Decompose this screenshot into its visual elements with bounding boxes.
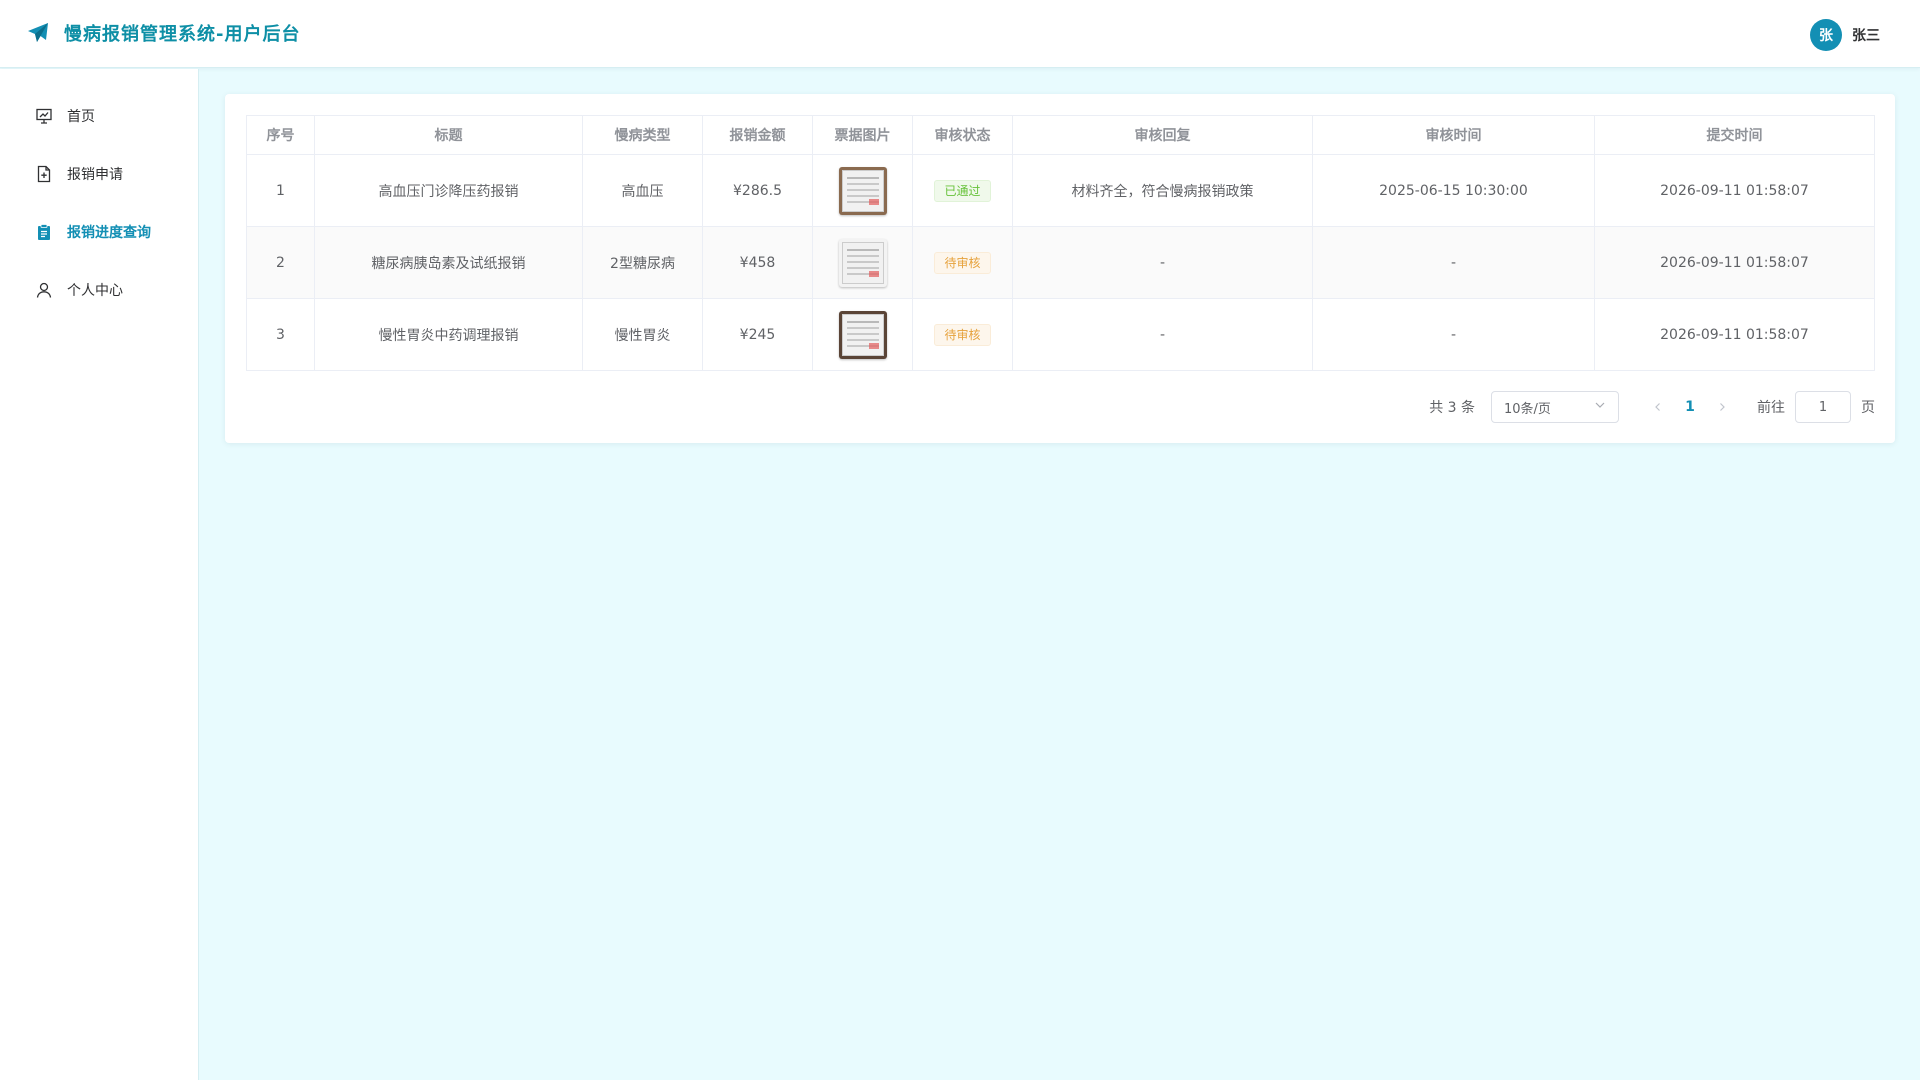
receipt-thumbnail[interactable] — [838, 310, 887, 359]
sidebar-item-label: 报销进度查询 — [67, 225, 151, 241]
page-size-value: 10条/页 — [1504, 401, 1551, 417]
cell-review-time: - — [1312, 226, 1595, 299]
column-header: 审核时间 — [1312, 115, 1595, 155]
cell-receipt-image — [812, 226, 913, 299]
cell-submit-time: 2026-09-11 01:58:07 — [1594, 298, 1875, 371]
cell-reply: 材料齐全，符合慢病报销政策 — [1012, 154, 1313, 227]
brand: 慢病报销管理系统-用户后台 — [26, 20, 300, 46]
user-icon — [35, 281, 53, 299]
cell-submit-time: 2026-09-11 01:58:07 — [1594, 226, 1875, 299]
sidebar-item-profile[interactable]: 个人中心 — [0, 261, 198, 319]
top-header: 慢病报销管理系统-用户后台 张 张三 — [0, 0, 1920, 68]
cell-amount: ¥245 — [702, 298, 813, 371]
cell-status: 待审核 — [912, 226, 1013, 299]
cell-reply: - — [1012, 226, 1313, 299]
column-header: 序号 — [246, 115, 315, 155]
column-header: 报销金额 — [702, 115, 813, 155]
user-menu[interactable]: 张 张三 — [1810, 19, 1880, 51]
pagination-total: 共 3 条 — [1429, 400, 1475, 416]
page-number-current[interactable]: 1 — [1673, 392, 1707, 422]
goto-page-input[interactable] — [1795, 391, 1851, 423]
column-header: 慢病类型 — [582, 115, 703, 155]
cell-disease-type: 高血压 — [582, 154, 703, 227]
prev-page-button[interactable] — [1643, 392, 1673, 422]
status-badge: 待审核 — [934, 323, 991, 346]
paper-plane-icon — [28, 23, 48, 42]
avatar[interactable]: 张 — [1810, 19, 1842, 51]
goto-page: 前往 页 — [1757, 391, 1875, 423]
table-row: 1 高血压门诊降压药报销 高血压 ¥286.5 已通过 材料齐全，符合慢病报销政… — [246, 154, 1875, 227]
status-badge: 已通过 — [934, 179, 991, 202]
user-name[interactable]: 张三 — [1852, 25, 1880, 45]
cell-submit-time: 2026-09-11 01:58:07 — [1594, 154, 1875, 227]
sidebar-item-label: 个人中心 — [67, 283, 123, 299]
cell-title: 慢性胃炎中药调理报销 — [314, 298, 583, 371]
goto-suffix: 页 — [1861, 400, 1875, 416]
sidebar-item-home[interactable]: 首页 — [0, 87, 198, 145]
column-header: 提交时间 — [1594, 115, 1875, 155]
cell-status: 待审核 — [912, 298, 1013, 371]
cell-disease-type: 2型糖尿病 — [582, 226, 703, 299]
receipt-thumbnail[interactable] — [838, 238, 887, 287]
cell-amount: ¥458 — [702, 226, 813, 299]
cell-index: 1 — [246, 154, 315, 227]
table-row: 3 慢性胃炎中药调理报销 慢性胃炎 ¥245 待审核 - - 2026-09-1… — [246, 298, 1875, 371]
status-badge: 待审核 — [934, 251, 991, 274]
column-header: 审核回复 — [1012, 115, 1313, 155]
cell-status: 已通过 — [912, 154, 1013, 227]
cell-review-time: - — [1312, 298, 1595, 371]
sidebar-item-reimbursement-apply[interactable]: 报销申请 — [0, 145, 198, 203]
receipt-thumbnail[interactable] — [838, 166, 887, 215]
column-header: 标题 — [314, 115, 583, 155]
column-header: 票据图片 — [812, 115, 913, 155]
reimbursement-table: 序号 标题 慢病类型 报销金额 票据图片 审核状态 审核回复 审核时间 提交时间… — [246, 115, 1875, 371]
sidebar: 首页 报销申请 报销进度查询 个人中心 — [0, 69, 199, 1080]
cell-reply: - — [1012, 298, 1313, 371]
pagination: 共 3 条 10条/页 1 前往 页 — [1429, 390, 1875, 424]
cell-title: 高血压门诊降压药报销 — [314, 154, 583, 227]
clipboard-icon — [35, 223, 53, 241]
app-title: 慢病报销管理系统-用户后台 — [64, 24, 301, 45]
cell-index: 3 — [246, 298, 315, 371]
chevron-down-icon — [1594, 399, 1606, 415]
sidebar-item-label: 报销申请 — [67, 167, 123, 183]
cell-amount: ¥286.5 — [702, 154, 813, 227]
cell-receipt-image — [812, 154, 913, 227]
goto-label: 前往 — [1757, 400, 1785, 416]
sidebar-item-label: 首页 — [67, 109, 95, 125]
cell-disease-type: 慢性胃炎 — [582, 298, 703, 371]
cell-index: 2 — [246, 226, 315, 299]
document-add-icon — [35, 165, 53, 183]
cell-receipt-image — [812, 298, 913, 371]
table-row: 2 糖尿病胰岛素及试纸报销 2型糖尿病 ¥458 待审核 - - 2026-09… — [246, 226, 1875, 299]
presentation-chart-icon — [35, 107, 53, 125]
column-header: 审核状态 — [912, 115, 1013, 155]
next-page-button[interactable] — [1707, 392, 1737, 422]
progress-card: 序号 标题 慢病类型 报销金额 票据图片 审核状态 审核回复 审核时间 提交时间… — [225, 94, 1895, 443]
page-size-select[interactable]: 10条/页 — [1491, 391, 1619, 423]
cell-title: 糖尿病胰岛素及试纸报销 — [314, 226, 583, 299]
table-header-row: 序号 标题 慢病类型 报销金额 票据图片 审核状态 审核回复 审核时间 提交时间 — [246, 115, 1875, 155]
cell-review-time: 2025-06-15 10:30:00 — [1312, 154, 1595, 227]
sidebar-item-progress-query[interactable]: 报销进度查询 — [0, 203, 198, 261]
